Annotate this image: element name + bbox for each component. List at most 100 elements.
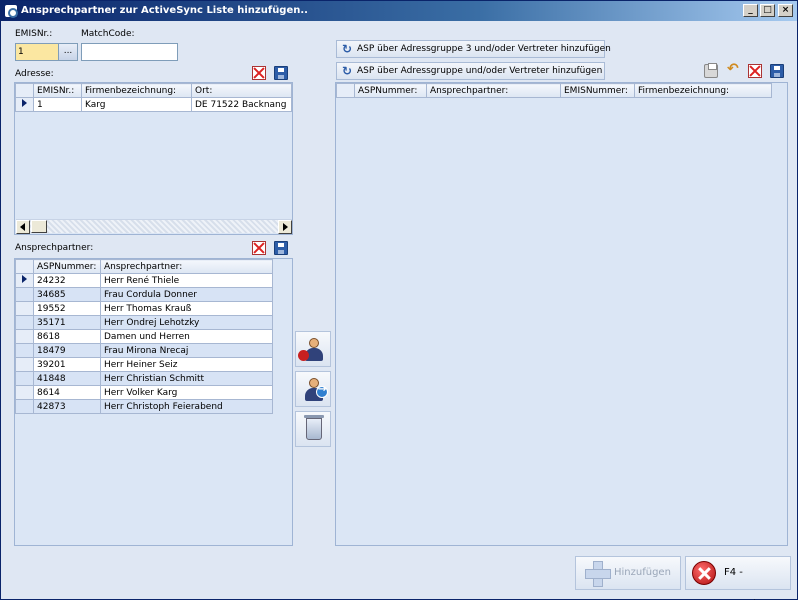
table-row[interactable]: 8614 Herr Volker Karg bbox=[15, 385, 273, 400]
row-selector-header bbox=[336, 83, 355, 98]
matchcode-input[interactable] bbox=[81, 43, 178, 61]
cell-ansprechpartner[interactable]: Herr Christoph Feierabend bbox=[100, 399, 273, 414]
asp-adressgruppe-button[interactable]: ↻ ASP über Adressgruppe und/oder Vertret… bbox=[336, 62, 605, 80]
row-selector[interactable] bbox=[15, 97, 34, 112]
table-row[interactable]: 42873 Herr Christoph Feierabend bbox=[15, 399, 273, 414]
table-row[interactable]: 39201 Herr Heiner Seiz bbox=[15, 357, 273, 372]
row-selector[interactable] bbox=[15, 273, 34, 288]
arrow-right-icon bbox=[283, 223, 288, 231]
ansprechpartner-panel: ASPNummer: Ansprechpartner: 24232 Herr Re… bbox=[14, 258, 293, 546]
selected-contacts-table[interactable]: ASPNummer: Ansprechpartner: EMISNummer: … bbox=[336, 83, 772, 98]
row-selector[interactable] bbox=[15, 343, 34, 358]
save-icon[interactable] bbox=[274, 66, 288, 80]
arrow-left-icon bbox=[20, 223, 25, 231]
asp-adressgruppe-label: ASP über Adressgruppe und/oder Vertreter… bbox=[357, 66, 603, 76]
cell-ort[interactable]: DE 71522 Backnang bbox=[191, 97, 292, 112]
cell-aspnummer[interactable]: 8618 bbox=[33, 329, 101, 344]
cell-aspnummer[interactable]: 18479 bbox=[33, 343, 101, 358]
row-selector[interactable] bbox=[15, 329, 34, 344]
table-row[interactable]: 1 Karg DE 71522 Backnang bbox=[15, 97, 292, 112]
cell-ansprechpartner[interactable]: Herr Christian Schmitt bbox=[100, 371, 273, 386]
horizontal-scrollbar[interactable] bbox=[16, 219, 292, 234]
arrow-badge-icon bbox=[316, 384, 328, 398]
adresse-table[interactable]: EMISNr.: Firmenbezeichnung: Ort: 1 Karg … bbox=[15, 83, 292, 112]
refresh-icon: ↻ bbox=[342, 64, 353, 78]
cell-ansprechpartner[interactable]: Herr Heiner Seiz bbox=[100, 357, 273, 372]
asp-adressgruppe3-button[interactable]: ↻ ASP über Adressgruppe 3 und/oder Vertr… bbox=[336, 40, 611, 58]
table-row[interactable]: 41848 Herr Christian Schmitt bbox=[15, 371, 273, 386]
scroll-left-button[interactable] bbox=[16, 220, 30, 234]
cell-ansprechpartner[interactable]: Damen und Herren bbox=[100, 329, 273, 344]
cell-aspnummer[interactable]: 41848 bbox=[33, 371, 101, 386]
row-selector[interactable] bbox=[15, 315, 34, 330]
table-header: ASPNummer: Ansprechpartner: bbox=[15, 259, 273, 274]
delete-icon[interactable] bbox=[748, 64, 762, 78]
cell-aspnummer[interactable]: 24232 bbox=[33, 273, 101, 288]
ansprechpartner-table[interactable]: ASPNummer: Ansprechpartner: 24232 Herr Re… bbox=[15, 259, 273, 414]
cell-ansprechpartner[interactable]: Herr René Thiele bbox=[100, 273, 273, 288]
print-icon[interactable] bbox=[704, 63, 718, 78]
column-header-emisnummer[interactable]: EMISNummer: bbox=[560, 83, 635, 98]
table-row[interactable]: 34685 Frau Cordula Donner bbox=[15, 287, 273, 302]
add-person-button[interactable] bbox=[295, 331, 331, 367]
current-row-icon bbox=[22, 99, 27, 107]
column-header-firma[interactable]: Firmenbezeichnung: bbox=[81, 83, 192, 98]
cell-aspnummer[interactable]: 35171 bbox=[33, 315, 101, 330]
table-row[interactable]: 35171 Herr Ondrej Lehotzky bbox=[15, 315, 273, 330]
cell-aspnummer[interactable]: 8614 bbox=[33, 385, 101, 400]
row-selector[interactable] bbox=[15, 385, 34, 400]
cell-ansprechpartner[interactable]: Frau Cordula Donner bbox=[100, 287, 273, 302]
column-header-emis[interactable]: EMISNr.: bbox=[33, 83, 82, 98]
emis-input[interactable]: 1 bbox=[15, 43, 59, 61]
column-header-aspnummer[interactable]: ASPNummer: bbox=[33, 259, 101, 274]
minimize-button[interactable]: _ bbox=[743, 4, 758, 17]
delete-icon[interactable] bbox=[252, 241, 266, 255]
ansprechpartner-label: Ansprechpartner: bbox=[15, 243, 94, 253]
row-selector[interactable] bbox=[15, 287, 34, 302]
table-row[interactable]: 19552 Herr Thomas Krauß bbox=[15, 301, 273, 316]
table-row[interactable]: 24232 Herr René Thiele bbox=[15, 273, 273, 288]
trash-button[interactable] bbox=[295, 411, 331, 447]
current-row-icon bbox=[22, 275, 27, 283]
scroll-right-button[interactable] bbox=[278, 220, 292, 234]
cell-ansprechpartner[interactable]: Frau Mirona Nrecaj bbox=[100, 343, 273, 358]
title-bar: Ansprechpartner zur ActiveSync Liste hin… bbox=[1, 1, 797, 21]
exit-button-label: F4 - Beenden bbox=[724, 567, 768, 600]
transfer-person-button[interactable] bbox=[295, 371, 331, 407]
column-header-ansprechpartner[interactable]: Ansprechpartner: bbox=[426, 83, 561, 98]
refresh-icon: ↻ bbox=[342, 42, 353, 56]
cell-aspnummer[interactable]: 39201 bbox=[33, 357, 101, 372]
cell-ansprechpartner[interactable]: Herr Volker Karg bbox=[100, 385, 273, 400]
adresse-panel: EMISNr.: Firmenbezeichnung: Ort: 1 Karg … bbox=[14, 82, 293, 235]
scroll-thumb[interactable] bbox=[31, 220, 47, 233]
cell-aspnummer[interactable]: 34685 bbox=[33, 287, 101, 302]
table-row[interactable]: 18479 Frau Mirona Nrecaj bbox=[15, 343, 273, 358]
close-button[interactable]: × bbox=[778, 4, 793, 17]
adresse-label: Adresse: bbox=[15, 69, 54, 79]
cell-aspnummer[interactable]: 19552 bbox=[33, 301, 101, 316]
cell-ansprechpartner[interactable]: Herr Ondrej Lehotzky bbox=[100, 315, 273, 330]
cell-emis[interactable]: 1 bbox=[33, 97, 82, 112]
table-row[interactable]: 8618 Damen und Herren bbox=[15, 329, 273, 344]
cell-aspnummer[interactable]: 42873 bbox=[33, 399, 101, 414]
browse-button[interactable]: ... bbox=[58, 43, 78, 61]
save-icon[interactable] bbox=[770, 64, 784, 78]
row-selector[interactable] bbox=[15, 371, 34, 386]
emis-label: EMISNr.: bbox=[15, 29, 53, 39]
add-button[interactable]: Hinzufügen bbox=[575, 556, 681, 590]
row-selector[interactable] bbox=[15, 357, 34, 372]
row-selector[interactable] bbox=[15, 301, 34, 316]
maximize-button[interactable]: □ bbox=[760, 4, 775, 17]
row-selector[interactable] bbox=[15, 399, 34, 414]
column-header-firmenbezeichnung[interactable]: Firmenbezeichnung: bbox=[634, 83, 772, 98]
cell-ansprechpartner[interactable]: Herr Thomas Krauß bbox=[100, 301, 273, 316]
save-icon[interactable] bbox=[274, 241, 288, 255]
exit-button[interactable]: F4 - Beenden bbox=[685, 556, 791, 600]
undo-icon[interactable] bbox=[726, 61, 740, 78]
column-header-aspnummer[interactable]: ASPNummer: bbox=[354, 83, 427, 98]
asp-adressgruppe3-label: ASP über Adressgruppe 3 und/oder Vertret… bbox=[357, 44, 611, 54]
column-header-ansprechpartner[interactable]: Ansprechpartner: bbox=[100, 259, 273, 274]
cell-firma[interactable]: Karg bbox=[81, 97, 192, 112]
column-header-ort[interactable]: Ort: bbox=[191, 83, 292, 98]
delete-icon[interactable] bbox=[252, 66, 266, 80]
